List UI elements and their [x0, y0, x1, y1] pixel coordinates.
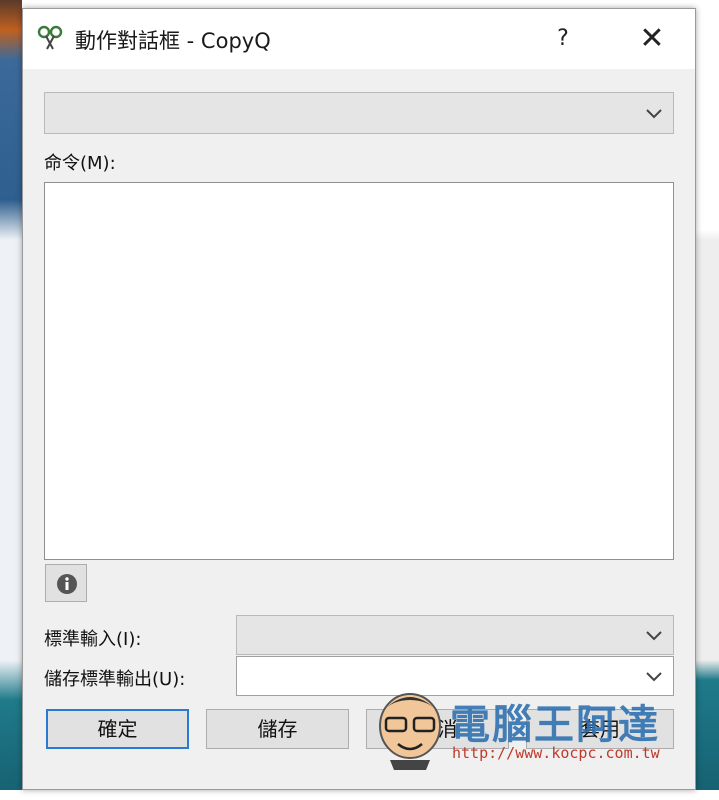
chevron-down-icon [646, 672, 662, 682]
title-bar: 動作對話框 - CopyQ ? ✕ [23, 9, 695, 69]
stdin-label: 標準輸入(I): [44, 629, 142, 650]
chevron-down-icon [646, 109, 662, 119]
ok-button[interactable]: 確定 [46, 709, 189, 749]
stdin-select[interactable] [236, 615, 674, 655]
copyq-scissors-icon [37, 25, 63, 51]
info-icon [57, 574, 77, 594]
close-button[interactable]: ✕ [623, 9, 681, 69]
action-dialog: 動作對話框 - CopyQ ? ✕ 命令(M): 標準輸入(I): 儲存標準輸出… [22, 8, 696, 790]
save-button[interactable]: 儲存 [206, 709, 349, 749]
chevron-down-icon [646, 631, 662, 641]
apply-button[interactable]: 套用 [526, 709, 674, 749]
command-label: 命令(M): [44, 153, 116, 174]
desktop-background-right [695, 0, 719, 800]
window-title: 動作對話框 - CopyQ [75, 29, 271, 53]
help-button[interactable]: ? [543, 9, 583, 69]
desktop-background-bottom [0, 790, 719, 800]
desktop-background-left [0, 0, 22, 800]
command-editor[interactable] [44, 182, 674, 560]
cancel-button[interactable]: 取消 [366, 709, 509, 749]
info-button[interactable] [45, 564, 87, 602]
stdout-select[interactable] [236, 656, 674, 696]
stdout-label: 儲存標準輸出(U): [44, 669, 186, 690]
action-select[interactable] [44, 92, 674, 134]
